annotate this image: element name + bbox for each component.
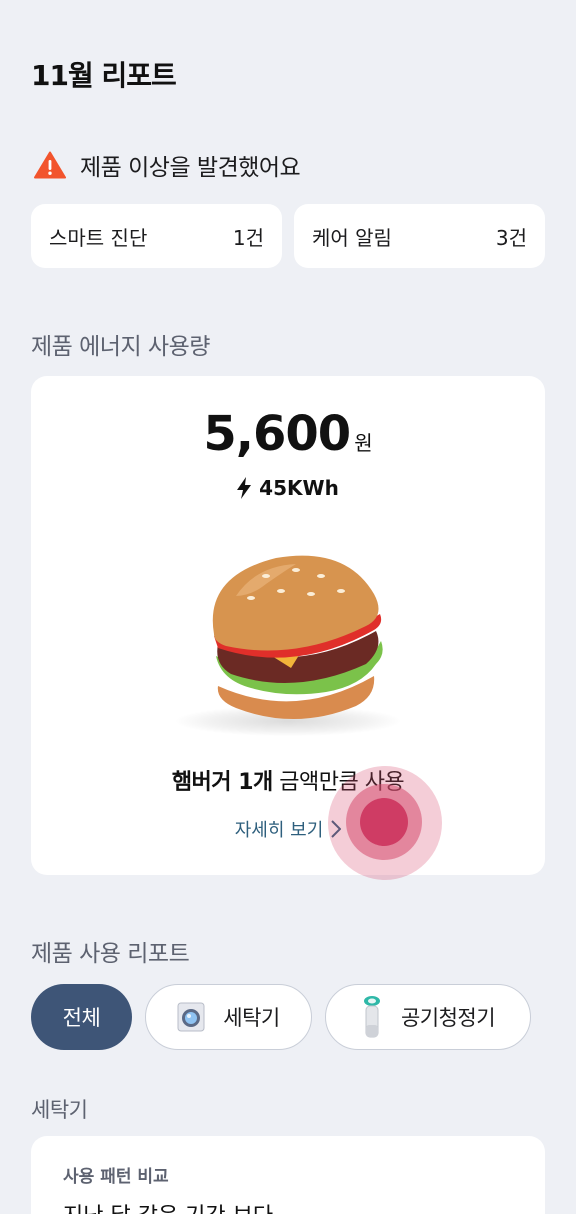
energy-section-title: 제품 에너지 사용량 [31,334,210,360]
filter-chip-all[interactable]: 전체 [31,984,132,1050]
view-details-link[interactable]: 자세히 보기 [31,816,545,842]
energy-cost: 5,600 원 [31,406,545,462]
page-title: 11월 리포트 [31,59,177,92]
filter-chip-all-label: 전체 [62,1006,101,1030]
filter-chip-washer[interactable]: 세탁기 [145,984,312,1050]
alert-row[interactable]: 제품 이상을 발견했어요 [34,148,301,182]
energy-usage-card[interactable]: 5,600 원 45KWh 햄버거 1개 금액만큼 사용 자세히 보기 [31,376,545,875]
warning-triangle-icon [34,151,66,179]
usage-comparison-text: 햄버거 1개 금액만큼 사용 [31,764,545,796]
usage-report-section-title: 제품 사용 리포트 [31,941,190,967]
care-alert-count: 3건 [495,225,527,250]
usage-pattern-subtitle: 사용 패턴 비교 [63,1167,169,1187]
care-alert-card[interactable]: 케어 알림 3건 [294,204,545,268]
energy-cost-unit: 원 [354,431,373,455]
lightning-bolt-icon [237,477,252,499]
washer-section-title: 세탁기 [31,1098,88,1122]
smart-diagnosis-label: 스마트 진단 [49,225,148,250]
usage-pattern-title: 지난 달 같은 기간 보다 [63,1198,273,1214]
energy-kwh-value: 45KWh [259,476,339,500]
hamburger-illustration [212,555,383,720]
washer-icon [177,1002,205,1032]
air-purifier-icon [363,996,380,1038]
energy-kwh: 45KWh [31,476,545,500]
touch-indicator [360,798,408,846]
smart-diagnosis-count: 1건 [232,225,264,250]
smart-diagnosis-card[interactable]: 스마트 진단 1건 [31,204,282,268]
view-details-label: 자세히 보기 [234,820,324,841]
usage-comparison-item: 햄버거 1개 [171,770,273,795]
filter-chip-air-purifier-label: 공기청정기 [400,1006,496,1030]
washer-usage-card[interactable]: 사용 패턴 비교 지난 달 같은 기간 보다 [31,1136,545,1214]
filter-chip-air-purifier[interactable]: 공기청정기 [325,984,531,1050]
energy-cost-value: 5,600 [203,406,351,462]
care-alert-label: 케어 알림 [312,225,392,250]
filter-chip-washer-label: 세탁기 [223,1006,280,1030]
alert-text: 제품 이상을 발견했어요 [80,155,301,181]
